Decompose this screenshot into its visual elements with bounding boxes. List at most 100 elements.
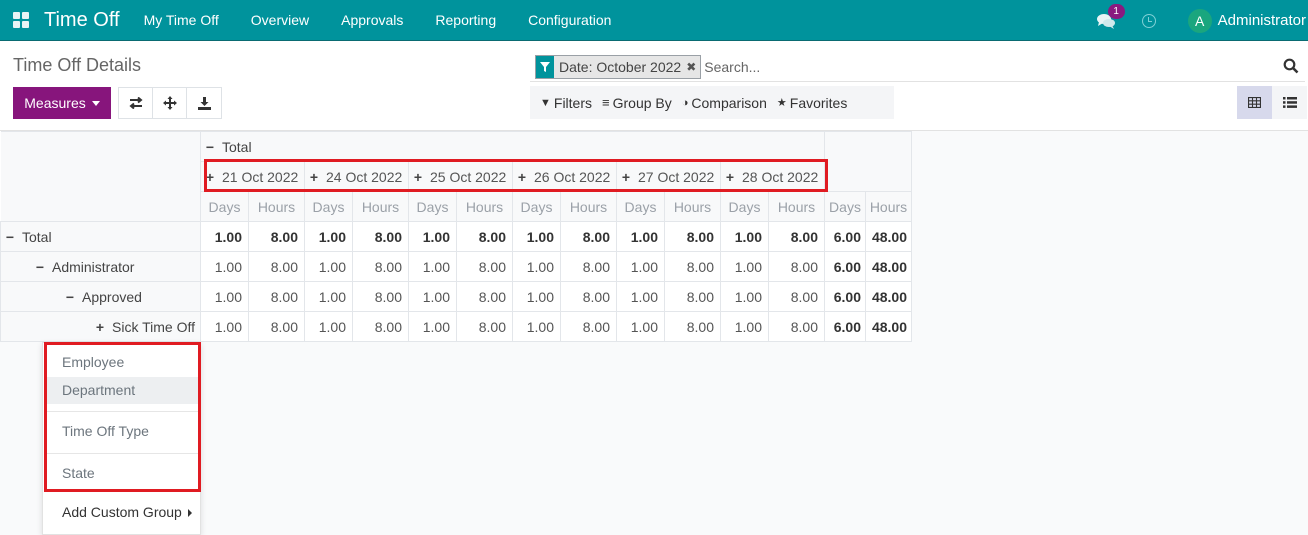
pivot-cell[interactable]: 1.00 [512,221,561,252]
row-header[interactable]: − Total [0,221,201,252]
col-header-date[interactable]: +26 Oct 2022 [512,161,617,192]
pivot-cell[interactable]: 1.00 [304,221,353,252]
measure-header-days[interactable]: Days [824,191,866,222]
group-by-toggle[interactable]: ≡ Group By [602,95,672,111]
menu-configuration[interactable]: Configuration [528,12,611,28]
favorites-toggle[interactable]: ★ Favorites [777,95,847,111]
pivot-cell[interactable]: 1.00 [200,251,249,282]
pivot-cell[interactable]: 1.00 [200,221,249,252]
groupby-option-department[interactable]: Department [47,377,198,404]
pivot-cell[interactable]: 1.00 [720,221,769,252]
pivot-cell[interactable]: 1.00 [616,281,665,312]
measure-header-days[interactable]: Days [200,191,249,222]
row-header[interactable]: − Approved [0,281,201,312]
apps-menu-icon[interactable] [13,12,29,28]
row-header[interactable]: − Administrator [0,251,201,282]
pivot-total-cell[interactable]: 6.00 [824,251,866,282]
groupby-option-employee[interactable]: Employee [47,349,198,376]
search-icon[interactable] [1283,58,1301,76]
measure-header-hours[interactable]: Hours [560,191,617,222]
measure-header-hours[interactable]: Hours [664,191,721,222]
pivot-cell[interactable]: 8.00 [248,281,305,312]
pivot-cell[interactable]: 1.00 [408,311,457,342]
pivot-view-button[interactable] [1237,86,1272,119]
groupby-option-state[interactable]: State [47,460,198,487]
pivot-total-cell[interactable]: 6.00 [824,281,866,312]
col-header-date[interactable]: +21 Oct 2022 [200,161,305,192]
pivot-total-cell[interactable]: 48.00 [865,281,912,312]
app-title[interactable]: Time Off [44,9,120,32]
pivot-cell[interactable]: 8.00 [664,281,721,312]
pivot-cell[interactable]: 1.00 [616,221,665,252]
measure-header-days[interactable]: Days [616,191,665,222]
pivot-cell[interactable]: 8.00 [560,221,617,252]
expand-all-button[interactable] [153,88,187,118]
col-header-total[interactable]: − Total [200,131,825,162]
menu-my-time-off[interactable]: My Time Off [144,12,219,28]
pivot-cell[interactable]: 8.00 [248,251,305,282]
pivot-cell[interactable]: 1.00 [304,281,353,312]
add-custom-group[interactable]: Add Custom Group [62,504,192,520]
pivot-cell[interactable]: 1.00 [720,251,769,282]
filters-toggle[interactable]: ▼ Filters [540,95,592,111]
col-header-date[interactable]: +24 Oct 2022 [304,161,409,192]
pivot-total-cell[interactable]: 48.00 [865,251,912,282]
pivot-cell[interactable]: 1.00 [720,311,769,342]
pivot-cell[interactable]: 8.00 [352,281,409,312]
comparison-toggle[interactable]: ◑ Comparison [682,95,767,111]
pivot-cell[interactable]: 8.00 [768,311,825,342]
pivot-cell[interactable]: 8.00 [768,281,825,312]
pivot-cell[interactable]: 1.00 [616,311,665,342]
pivot-cell[interactable]: 1.00 [408,221,457,252]
menu-overview[interactable]: Overview [251,12,309,28]
pivot-cell[interactable]: 8.00 [560,251,617,282]
measure-header-hours[interactable]: Hours [352,191,409,222]
avatar[interactable]: A [1187,8,1212,33]
pivot-cell[interactable]: 8.00 [560,311,617,342]
menu-approvals[interactable]: Approvals [341,12,403,28]
pivot-total-cell[interactable]: 48.00 [865,311,912,342]
user-menu[interactable]: Administrator [1218,12,1306,29]
pivot-cell[interactable]: 8.00 [352,311,409,342]
measure-header-hours[interactable]: Hours [248,191,305,222]
measure-header-days[interactable]: Days [408,191,457,222]
pivot-total-cell[interactable]: 48.00 [865,221,912,252]
pivot-cell[interactable]: 8.00 [664,311,721,342]
col-header-date[interactable]: +25 Oct 2022 [408,161,513,192]
measure-header-days[interactable]: Days [720,191,769,222]
measure-header-hours[interactable]: Hours [456,191,513,222]
pivot-cell[interactable]: 1.00 [408,281,457,312]
remove-facet-icon[interactable]: ✖ [686,60,696,74]
pivot-cell[interactable]: 1.00 [304,251,353,282]
measure-header-days[interactable]: Days [304,191,353,222]
pivot-cell[interactable]: 8.00 [352,221,409,252]
measure-header-hours[interactable]: Hours [865,191,912,222]
pivot-cell[interactable]: 8.00 [664,251,721,282]
pivot-total-cell[interactable]: 6.00 [824,311,866,342]
pivot-total-cell[interactable]: 6.00 [824,221,866,252]
pivot-cell[interactable]: 8.00 [352,251,409,282]
activity-clock-icon[interactable] [1141,13,1156,28]
pivot-cell[interactable]: 1.00 [720,281,769,312]
measure-header-days[interactable]: Days [512,191,561,222]
pivot-cell[interactable]: 8.00 [768,221,825,252]
pivot-cell[interactable]: 1.00 [200,281,249,312]
pivot-cell[interactable]: 8.00 [560,281,617,312]
pivot-cell[interactable]: 1.00 [616,251,665,282]
flip-axis-button[interactable] [119,88,153,118]
row-header[interactable]: + Sick Time Off [0,311,201,342]
pivot-cell[interactable]: 1.00 [512,251,561,282]
pivot-cell[interactable]: 8.00 [456,311,513,342]
measure-header-hours[interactable]: Hours [768,191,825,222]
pivot-cell[interactable]: 8.00 [768,251,825,282]
pivot-cell[interactable]: 8.00 [456,281,513,312]
list-view-button[interactable] [1272,86,1307,119]
pivot-cell[interactable]: 8.00 [248,221,305,252]
search-input[interactable] [704,58,1283,75]
pivot-cell[interactable]: 1.00 [304,311,353,342]
pivot-cell[interactable]: 1.00 [512,311,561,342]
pivot-cell[interactable]: 1.00 [408,251,457,282]
menu-reporting[interactable]: Reporting [435,12,496,28]
pivot-cell[interactable]: 8.00 [664,221,721,252]
groupby-option-time-off-type[interactable]: Time Off Type [47,418,198,445]
